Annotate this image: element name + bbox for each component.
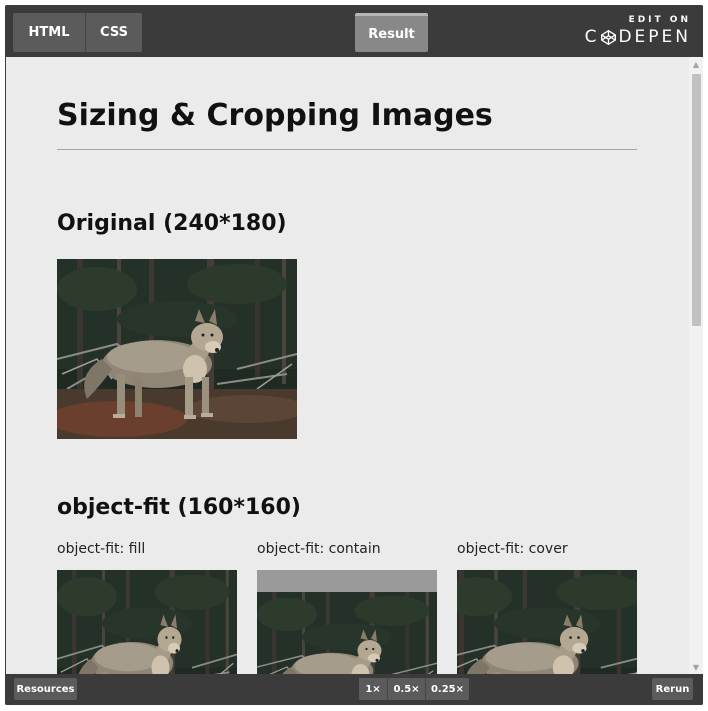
bottom-toolbar: Resources 1× 0.5× 0.25× Rerun [5, 674, 703, 705]
object-fit-cover-image [457, 570, 637, 674]
zoom-0-5x-button[interactable]: 0.5× [388, 678, 426, 700]
result-viewport: Sizing & Cropping Images Original (240*1… [6, 57, 689, 674]
codepen-wordmark-start: C [584, 27, 600, 47]
section-heading-object-fit: object-fit (160*160) [57, 495, 301, 520]
page-title: Sizing & Cropping Images [57, 98, 493, 133]
zoom-1x-button[interactable]: 1× [359, 678, 388, 700]
edit-on-codepen-link[interactable]: EDIT ON C DEPEN [585, 14, 691, 48]
scroll-up-arrow-icon[interactable]: ▲ [689, 57, 703, 71]
codepen-cube-icon [601, 29, 617, 45]
editor-tab-group: HTML CSS [13, 13, 142, 52]
object-fit-contain-image [257, 570, 437, 674]
original-coyote-image [57, 259, 297, 439]
vertical-scrollbar[interactable]: ▲ ▼ [689, 57, 703, 674]
scroll-down-arrow-icon[interactable]: ▼ [689, 660, 703, 674]
tab-html[interactable]: HTML [13, 13, 86, 52]
title-divider [57, 149, 637, 150]
label-object-fit-cover: object-fit: cover [457, 541, 568, 557]
section-heading-original: Original (240*180) [57, 211, 287, 236]
label-object-fit-fill: object-fit: fill [57, 541, 146, 557]
zoom-controls: 1× 0.5× 0.25× [359, 678, 469, 700]
rerun-button[interactable]: Rerun [652, 678, 693, 700]
zoom-0-25x-button[interactable]: 0.25× [426, 678, 469, 700]
scrollbar-thumb[interactable] [692, 74, 701, 326]
tab-result[interactable]: Result [355, 13, 428, 52]
edit-on-label: EDIT ON [628, 15, 691, 25]
top-toolbar: HTML CSS Result EDIT ON C DEPEN [5, 5, 703, 57]
codepen-wordmark: C DEPEN [585, 26, 691, 48]
tab-css[interactable]: CSS [86, 13, 142, 52]
codepen-embed: HTML CSS Result EDIT ON C DEPEN Sizing &… [5, 5, 703, 705]
resources-button[interactable]: Resources [14, 678, 77, 700]
label-object-fit-contain: object-fit: contain [257, 541, 381, 557]
object-fit-fill-image [57, 570, 237, 674]
codepen-wordmark-end: DEPEN [618, 27, 691, 47]
